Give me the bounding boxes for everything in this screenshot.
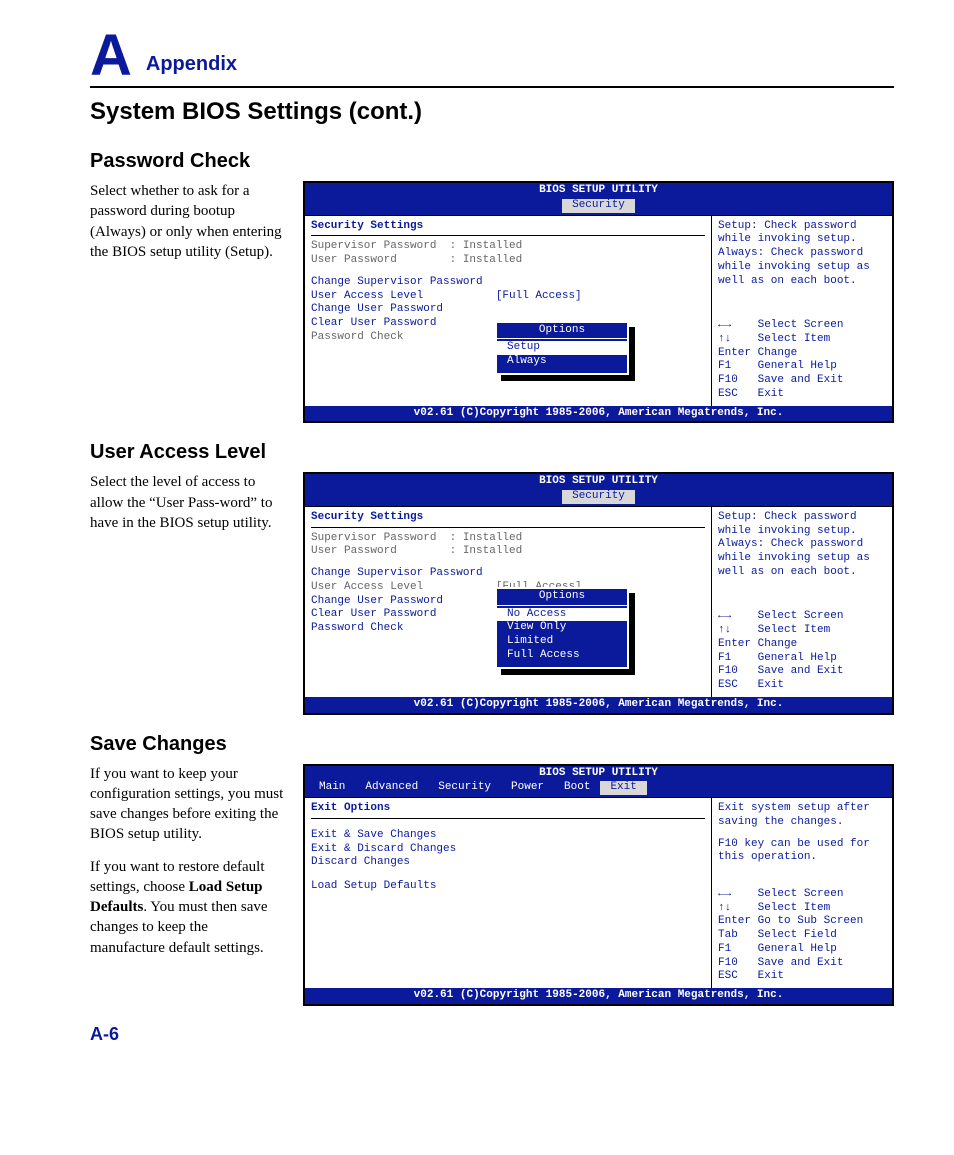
bios-footer: v02.61 (C)Copyright 1985-2006, American … (305, 697, 892, 713)
paragraph: Select whether to ask for a password dur… (90, 181, 285, 423)
key-row: ↑↓ Select Item (718, 333, 886, 347)
menu-discard[interactable]: Discard Changes (311, 856, 705, 870)
tab-security[interactable]: Security (428, 781, 501, 795)
option-full-access[interactable]: Full Access (497, 649, 627, 663)
bios-title: BIOS SETUP UTILITY (305, 766, 892, 782)
supervisor-password-row: Supervisor Password : Installed (311, 532, 705, 546)
bios-title: BIOS SETUP UTILITY (305, 183, 892, 199)
menu-exit-discard[interactable]: Exit & Discard Changes (311, 843, 705, 857)
option-no-access[interactable]: No Access (497, 608, 627, 622)
bios-tabs: Security (305, 490, 892, 506)
key-row: ESC Exit (718, 679, 886, 693)
key-row: ←→ Select Screen (718, 888, 886, 902)
menu-change-supervisor[interactable]: Change Supervisor Password (311, 276, 705, 290)
key-row: F1 General Help (718, 652, 886, 666)
tab-power[interactable]: Power (501, 781, 554, 795)
paragraph: If you want to keep your configuration s… (90, 764, 285, 1006)
key-row: ↑↓ Select Item (718, 902, 886, 916)
bios-title: BIOS SETUP UTILITY (305, 474, 892, 490)
key-legend: ←→ Select Screen ↑↓ Select Item Enter Go… (718, 888, 886, 984)
section-save-changes: If you want to keep your configuration s… (90, 764, 894, 1006)
bios-right-pane: Exit system setup after saving the chang… (712, 798, 892, 988)
section-password-check: Select whether to ask for a password dur… (90, 181, 894, 423)
bios-left-pane: Exit Options Exit & Save Changes Exit & … (305, 798, 712, 988)
pane-title: Exit Options (311, 802, 705, 819)
body-text: If you want to keep your configuration s… (90, 764, 285, 845)
pane-title: Security Settings (311, 220, 705, 237)
body-text: If you want to restore default settings,… (90, 857, 285, 958)
key-row: Enter Change (718, 347, 886, 361)
key-row: ←→ Select Screen (718, 610, 886, 624)
bios-screenshot-user-access: BIOS SETUP UTILITY Security Security Set… (303, 472, 894, 714)
body-text: Select whether to ask for a password dur… (90, 181, 285, 262)
tab-exit[interactable]: Exit (600, 781, 646, 795)
bios-tabs: Security (305, 199, 892, 215)
help-text: Exit system setup after saving the chang… (718, 802, 886, 830)
paragraph: Select the level of access to allow the … (90, 472, 285, 714)
menu-change-supervisor[interactable]: Change Supervisor Password (311, 567, 705, 581)
popup-title: Options (497, 590, 627, 606)
option-limited[interactable]: Limited (497, 635, 627, 649)
tab-boot[interactable]: Boot (554, 781, 600, 795)
help-text: Setup: Check password while invoking set… (718, 511, 886, 580)
menu-exit-save[interactable]: Exit & Save Changes (311, 829, 705, 843)
appendix-letter: A (90, 30, 132, 82)
appendix-word: Appendix (146, 53, 237, 82)
key-row: ↑↓ Select Item (718, 624, 886, 638)
option-setup[interactable]: Setup (497, 341, 627, 355)
page: A Appendix System BIOS Settings (cont.) … (0, 0, 954, 1075)
body-text: Select the level of access to allow the … (90, 472, 285, 533)
key-legend: ←→ Select Screen ↑↓ Select Item Enter Ch… (718, 319, 886, 402)
menu-change-user[interactable]: Change User Password (311, 303, 705, 317)
bios-footer: v02.61 (C)Copyright 1985-2006, American … (305, 406, 892, 422)
key-row: F10 Save and Exit (718, 957, 886, 971)
tab-main[interactable]: Main (309, 781, 355, 795)
key-legend: ←→ Select Screen ↑↓ Select Item Enter Ch… (718, 610, 886, 693)
key-row: F1 General Help (718, 943, 886, 957)
page-title: System BIOS Settings (cont.) (90, 98, 894, 126)
key-row: ←→ Select Screen (718, 319, 886, 333)
option-always[interactable]: Always (497, 355, 627, 369)
bios-left-pane: Security Settings Supervisor Password : … (305, 507, 712, 697)
bios-right-pane: Setup: Check password while invoking set… (712, 216, 892, 406)
key-row: Enter Go to Sub Screen (718, 915, 886, 929)
section-user-access: Select the level of access to allow the … (90, 472, 894, 714)
tab-advanced[interactable]: Advanced (355, 781, 428, 795)
menu-load-defaults[interactable]: Load Setup Defaults (311, 880, 705, 894)
bios-screenshot-password-check: BIOS SETUP UTILITY Security Security Set… (303, 181, 894, 423)
tab-security[interactable]: Security (562, 199, 635, 213)
bios-screenshot-save-changes: BIOS SETUP UTILITY Main Advanced Securit… (303, 764, 894, 1006)
help-text: F10 key can be used for this operation. (718, 838, 886, 866)
key-row: ESC Exit (718, 388, 886, 402)
options-popup[interactable]: Options No Access View Only Limited Full… (495, 587, 629, 669)
key-row: F10 Save and Exit (718, 374, 886, 388)
section-heading-user-access: User Access Level (90, 441, 894, 464)
user-password-row: User Password : Installed (311, 254, 705, 268)
bios-tabs: Main Advanced Security Power Boot Exit (305, 781, 892, 797)
user-password-row: User Password : Installed (311, 545, 705, 559)
page-header: A Appendix (90, 30, 894, 88)
key-row: F1 General Help (718, 360, 886, 374)
key-row: Tab Select Field (718, 929, 886, 943)
bios-right-pane: Setup: Check password while invoking set… (712, 507, 892, 697)
pane-title: Security Settings (311, 511, 705, 528)
key-row: Enter Change (718, 638, 886, 652)
tab-security[interactable]: Security (562, 490, 635, 504)
bios-footer: v02.61 (C)Copyright 1985-2006, American … (305, 988, 892, 1004)
help-text: Setup: Check password while invoking set… (718, 220, 886, 289)
section-heading-password-check: Password Check (90, 150, 894, 173)
option-view-only[interactable]: View Only (497, 621, 627, 635)
popup-title: Options (497, 324, 627, 340)
page-number: A-6 (90, 1024, 894, 1045)
options-popup[interactable]: Options Setup Always (495, 321, 629, 375)
supervisor-password-row: Supervisor Password : Installed (311, 240, 705, 254)
menu-user-access-level[interactable]: User Access Level [Full Access] (311, 290, 705, 304)
section-heading-save-changes: Save Changes (90, 733, 894, 756)
key-row: ESC Exit (718, 970, 886, 984)
bios-left-pane: Security Settings Supervisor Password : … (305, 216, 712, 406)
key-row: F10 Save and Exit (718, 665, 886, 679)
